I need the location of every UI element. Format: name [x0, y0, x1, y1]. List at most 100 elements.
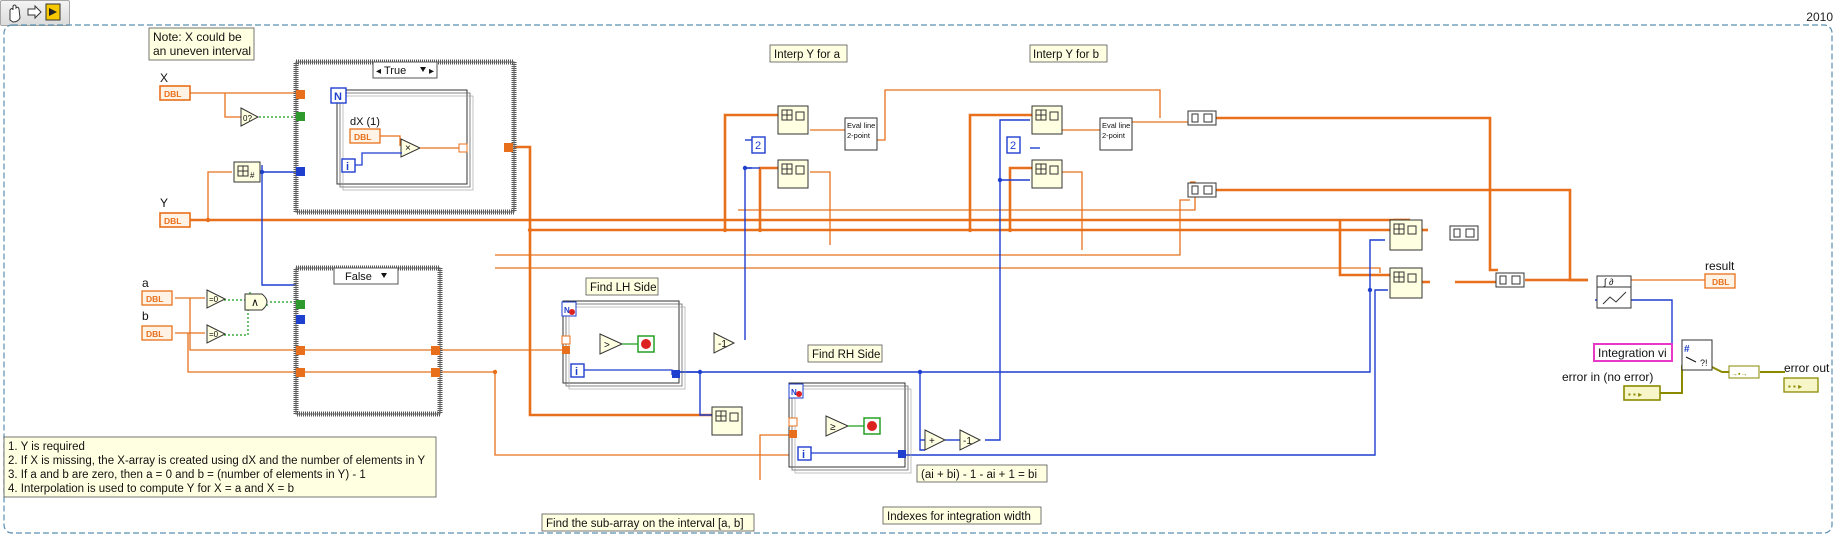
svg-text:DBL: DBL [1712, 277, 1729, 287]
note-x: Note: X could be an uneven interval [148, 27, 255, 61]
control-b[interactable]: b DBL [141, 309, 173, 341]
not-equal-zero-a-node[interactable]: =0 [206, 289, 227, 309]
constant-two-a[interactable]: 2 [751, 136, 766, 154]
svg-text:2: 2 [755, 140, 761, 152]
indicator-error-out: error out ▪ ▪ ▸ [1783, 361, 1830, 393]
control-y[interactable]: Y DBL [159, 196, 191, 228]
label-find-rh: Find RH Side [807, 344, 883, 363]
svg-text:-1: -1 [963, 436, 972, 447]
note-x-line1: Note: X could be [153, 30, 242, 44]
svg-text:Find the sub-array on the inte: Find the sub-array on the interval [a, b… [546, 518, 744, 530]
svg-text:DBL: DBL [354, 132, 371, 142]
svg-text:i: i [575, 366, 578, 378]
label-interp-b: Interp Y for b [1029, 44, 1108, 63]
svg-text:Integration vi: Integration vi [1598, 346, 1667, 360]
svg-text:0?: 0? [243, 114, 252, 123]
decrement-node-lh[interactable]: -1 [713, 332, 736, 354]
svg-text:DBL: DBL [164, 89, 181, 99]
svg-text:(ai + bi) - 1 - ai + 1 = bi: (ai + bi) - 1 - ai + 1 = bi [921, 469, 1037, 481]
svg-text:#: # [1684, 344, 1690, 355]
svg-text:Find RH Side: Find RH Side [812, 349, 880, 361]
svg-text:2-point: 2-point [1102, 131, 1126, 140]
eval-line-b-subvi[interactable]: Eval line 2-point [1099, 117, 1133, 151]
svg-text:=0: =0 [209, 295, 219, 304]
requirement-4: 4. Interpolation is used to compute Y fo… [8, 483, 294, 495]
control-x[interactable]: X DBL [159, 71, 191, 101]
integration-vi-constant[interactable]: Integration vi [1593, 343, 1673, 362]
svg-text:→▪→: →▪→ [1731, 371, 1747, 378]
svg-text:▪ ▪ ▸: ▪ ▪ ▸ [1628, 390, 1642, 399]
svg-text:Interp Y for b: Interp Y for b [1033, 49, 1099, 61]
svg-text:DBL: DBL [146, 294, 163, 304]
svg-text:?!: ?! [1700, 358, 1708, 368]
indicator-result-label: result [1705, 259, 1735, 273]
and-node[interactable]: ∧ [244, 293, 268, 311]
integration-node[interactable]: ∫ ∂ [1596, 275, 1632, 309]
svg-text:DBL: DBL [164, 216, 181, 226]
control-b-label: b [142, 309, 149, 323]
error-in-label: error in (no error) [1562, 370, 1653, 384]
error-out-label: error out [1784, 361, 1830, 375]
svg-text:N: N [564, 306, 570, 315]
error-wires [1660, 364, 1785, 394]
svg-text:=0: =0 [209, 330, 219, 339]
svg-text:Find LH Side: Find LH Side [590, 282, 656, 294]
count-terminal: N [334, 91, 342, 103]
add-node[interactable]: + [924, 429, 947, 451]
error-handler-node[interactable]: # ?! [1681, 339, 1713, 371]
svg-text:i: i [802, 449, 805, 461]
label-sub-array: Find the sub-array on the interval [a, b… [541, 513, 755, 532]
svg-text:>: > [604, 340, 610, 351]
label-interp-a: Interp Y for a [769, 44, 848, 63]
label-indexes: Indexes for integration width [882, 506, 1042, 525]
svg-text:▪ ▪ ▸: ▪ ▪ ▸ [1788, 382, 1802, 391]
svg-text:+: + [929, 436, 935, 447]
constant-two-b[interactable]: 2 [1006, 136, 1021, 154]
note-x-line2: an uneven interval [153, 44, 251, 58]
block-diagram: Note: X could be an uneven interval 1. Y… [3, 3, 1833, 534]
requirement-1: 1. Y is required [8, 441, 85, 453]
highlight-execution-icon[interactable] [45, 3, 61, 21]
svg-text:N: N [791, 388, 797, 397]
dx-label: dX (1) [350, 116, 380, 128]
svg-text:∫ ∂: ∫ ∂ [1603, 277, 1614, 287]
for-loop-dx[interactable]: N dX (1) DBL × i [330, 87, 474, 191]
control-a-label: a [142, 276, 149, 290]
svg-text:∧: ∧ [251, 297, 259, 309]
label-find-lh: Find LH Side [585, 277, 659, 296]
run-arrow-icon[interactable] [27, 4, 42, 20]
svg-text:◂: ◂ [376, 66, 381, 77]
svg-text:Interp Y for a: Interp Y for a [774, 49, 841, 61]
case-false[interactable]: False [293, 265, 443, 417]
svg-text:▸: ▸ [429, 66, 434, 77]
control-y-label: Y [160, 196, 168, 210]
svg-text:×: × [405, 143, 411, 154]
label-formula: (ai + bi) - 1 - ai + 1 = bi [916, 464, 1048, 483]
requirement-2: 2. If X is missing, the X-array is creat… [8, 455, 426, 467]
requirement-3: 3. If a and b are zero, then a = 0 and b… [8, 469, 366, 481]
decrement-node-rh[interactable]: -1 [959, 429, 982, 451]
svg-text:#: # [250, 171, 255, 180]
svg-text:2: 2 [1010, 140, 1016, 152]
control-error-in[interactable]: error in (no error) ▪ ▪ ▸ [1562, 370, 1661, 401]
eval-line-a-subvi[interactable]: Eval line 2-point [844, 117, 878, 151]
control-a[interactable]: a DBL [141, 276, 173, 306]
svg-text:Eval line: Eval line [1102, 121, 1130, 130]
svg-text:DBL: DBL [146, 329, 163, 339]
is-empty-node[interactable]: 0? [240, 107, 260, 127]
while-loop-lh[interactable]: N > i [561, 300, 686, 390]
svg-text:Indexes for integration width: Indexes for integration width [887, 511, 1031, 523]
build-array-nodes[interactable] [1187, 110, 1525, 288]
unbundle-node[interactable]: →▪→ [1728, 365, 1760, 379]
array-size-node[interactable]: # [233, 161, 261, 183]
case-true-selector: True [384, 65, 406, 77]
svg-text:Eval line: Eval line [847, 121, 875, 130]
hand-tool-icon[interactable] [9, 4, 21, 23]
control-x-label: X [160, 71, 168, 85]
not-equal-zero-b-node[interactable]: =0 [206, 324, 227, 344]
svg-text:≥: ≥ [830, 422, 836, 433]
while-loop-rh[interactable]: N ≥ i [788, 382, 912, 474]
svg-text:-1: -1 [718, 339, 727, 350]
indicator-result: result DBL [1704, 259, 1736, 289]
svg-text:2-point: 2-point [847, 131, 871, 140]
